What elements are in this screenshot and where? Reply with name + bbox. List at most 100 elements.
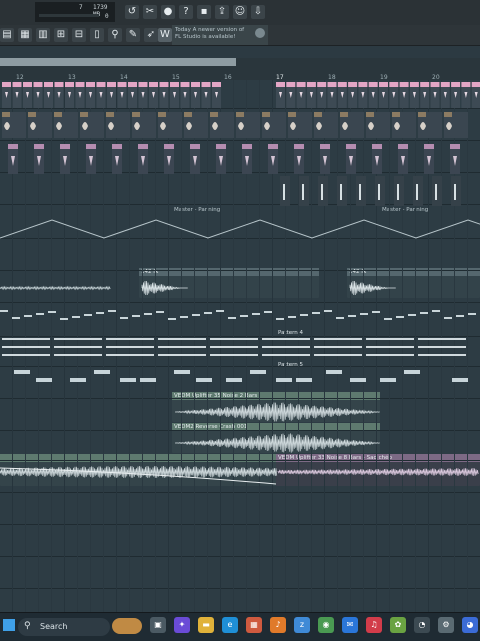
note	[70, 378, 86, 382]
waveform	[349, 280, 396, 296]
drum-clip-header	[368, 82, 378, 87]
note	[132, 315, 140, 317]
grid-line	[363, 80, 364, 612]
note	[262, 354, 310, 356]
export-icon[interactable]: ⇪	[215, 5, 229, 19]
kick-clip-header	[262, 112, 270, 117]
zoom-icon[interactable]: z	[294, 617, 310, 633]
note	[158, 338, 206, 340]
chat-icon[interactable]: ☺	[233, 5, 247, 19]
perc-hit	[435, 184, 437, 200]
drum-clip-header	[44, 82, 53, 87]
note	[106, 346, 154, 348]
waveform	[0, 465, 278, 479]
perc-hit	[283, 184, 285, 200]
windows-start-icon[interactable]	[3, 619, 15, 631]
tiktok-icon[interactable]: ♫	[366, 617, 382, 633]
track-separator	[0, 524, 480, 525]
mic-icon[interactable]: ●	[161, 5, 175, 19]
chrome-icon[interactable]: ◉	[318, 617, 334, 633]
waveform	[175, 433, 380, 453]
help-pointer-icon[interactable]: ➶	[144, 28, 158, 42]
perc-hit	[340, 184, 342, 200]
waveform	[0, 285, 111, 291]
note	[336, 317, 344, 319]
perc-hit	[378, 184, 380, 200]
note	[380, 378, 396, 382]
file-icon[interactable]: ▯	[90, 28, 104, 42]
snare-clip-header	[294, 144, 304, 149]
note	[324, 310, 332, 312]
drum-clip-header	[170, 82, 179, 87]
cut-icon[interactable]: ✂	[143, 5, 157, 19]
kick-clip-header	[366, 112, 374, 117]
save-icon[interactable]: ▪	[197, 5, 211, 19]
track-separator	[0, 366, 480, 367]
snare-clip-header	[138, 144, 148, 149]
track-separator	[0, 270, 480, 271]
mixer-icon[interactable]: ⊞	[54, 28, 68, 42]
channel-rack-icon[interactable]: ▥	[36, 28, 50, 42]
globe-icon[interactable]	[255, 28, 265, 38]
search-highlight-icon[interactable]	[112, 618, 142, 634]
grid-line	[467, 80, 468, 612]
note	[384, 318, 392, 320]
messenger-icon[interactable]: ✉	[342, 617, 358, 633]
snare-clip-header	[86, 144, 96, 149]
download-icon[interactable]: ⇩	[251, 5, 265, 19]
note	[144, 313, 152, 315]
drum-clip-header	[96, 82, 106, 87]
fl-studio-icon[interactable]: ♪	[270, 617, 286, 633]
note	[158, 346, 206, 348]
track-separator	[0, 108, 480, 109]
note	[444, 317, 452, 319]
calendar-icon[interactable]: ▦	[246, 617, 262, 633]
drum-clip-header	[117, 82, 127, 87]
note	[372, 311, 380, 313]
voice-count: 0	[105, 13, 109, 20]
update-notification[interactable]: Today A newer version of FL Studio is av…	[172, 25, 268, 45]
note	[96, 312, 104, 314]
snare-clip-header	[450, 144, 460, 149]
plugin-icon[interactable]: ⚲	[108, 28, 122, 42]
task-view-icon[interactable]: ▣	[150, 617, 166, 633]
snare-clip-header	[346, 144, 356, 149]
help-icon[interactable]: ?	[179, 5, 193, 19]
track-separator	[0, 302, 480, 303]
discord-icon[interactable]: ◕	[462, 617, 478, 633]
kick-clip-header	[28, 112, 36, 117]
playlist-icon[interactable]: ▤	[0, 28, 14, 42]
undo-icon[interactable]: ↺	[125, 5, 139, 19]
automation-curve	[0, 219, 480, 239]
piano-roll-icon[interactable]: ▦	[18, 28, 32, 42]
drum-clip-header	[212, 82, 221, 87]
browser-icon[interactable]: ⊟	[72, 28, 86, 42]
fl-logo-icon[interactable]: W	[158, 28, 172, 42]
settings-icon[interactable]: ⚙	[438, 617, 454, 633]
drum-clip-header	[12, 82, 22, 87]
file-explorer-icon[interactable]: ▬	[198, 617, 214, 633]
brush-icon[interactable]: ✎	[126, 28, 140, 42]
edge-icon[interactable]: e	[222, 617, 238, 633]
drum-clip-header	[23, 82, 32, 87]
clock-app-icon[interactable]: ◔	[414, 617, 430, 633]
note	[296, 378, 312, 382]
note	[54, 354, 102, 356]
performance-monitor: 7 1739 MB 0	[35, 2, 115, 22]
perc-hit	[359, 184, 361, 200]
drum-pattern-clips	[2, 82, 480, 206]
grid-line	[155, 80, 156, 612]
waveform	[175, 402, 380, 422]
horizontal-scrollbar[interactable]	[0, 58, 236, 66]
copilot-icon[interactable]: ✦	[174, 617, 190, 633]
drum-clip-header	[54, 82, 64, 87]
snare-clip-header	[164, 144, 174, 149]
note	[2, 346, 50, 348]
note	[366, 338, 414, 340]
note	[432, 310, 440, 312]
drum-clip-header	[296, 82, 306, 87]
note	[94, 370, 110, 374]
note	[106, 338, 154, 340]
search-icon: ⚲	[24, 621, 31, 631]
app-icon[interactable]: ✿	[390, 617, 406, 633]
